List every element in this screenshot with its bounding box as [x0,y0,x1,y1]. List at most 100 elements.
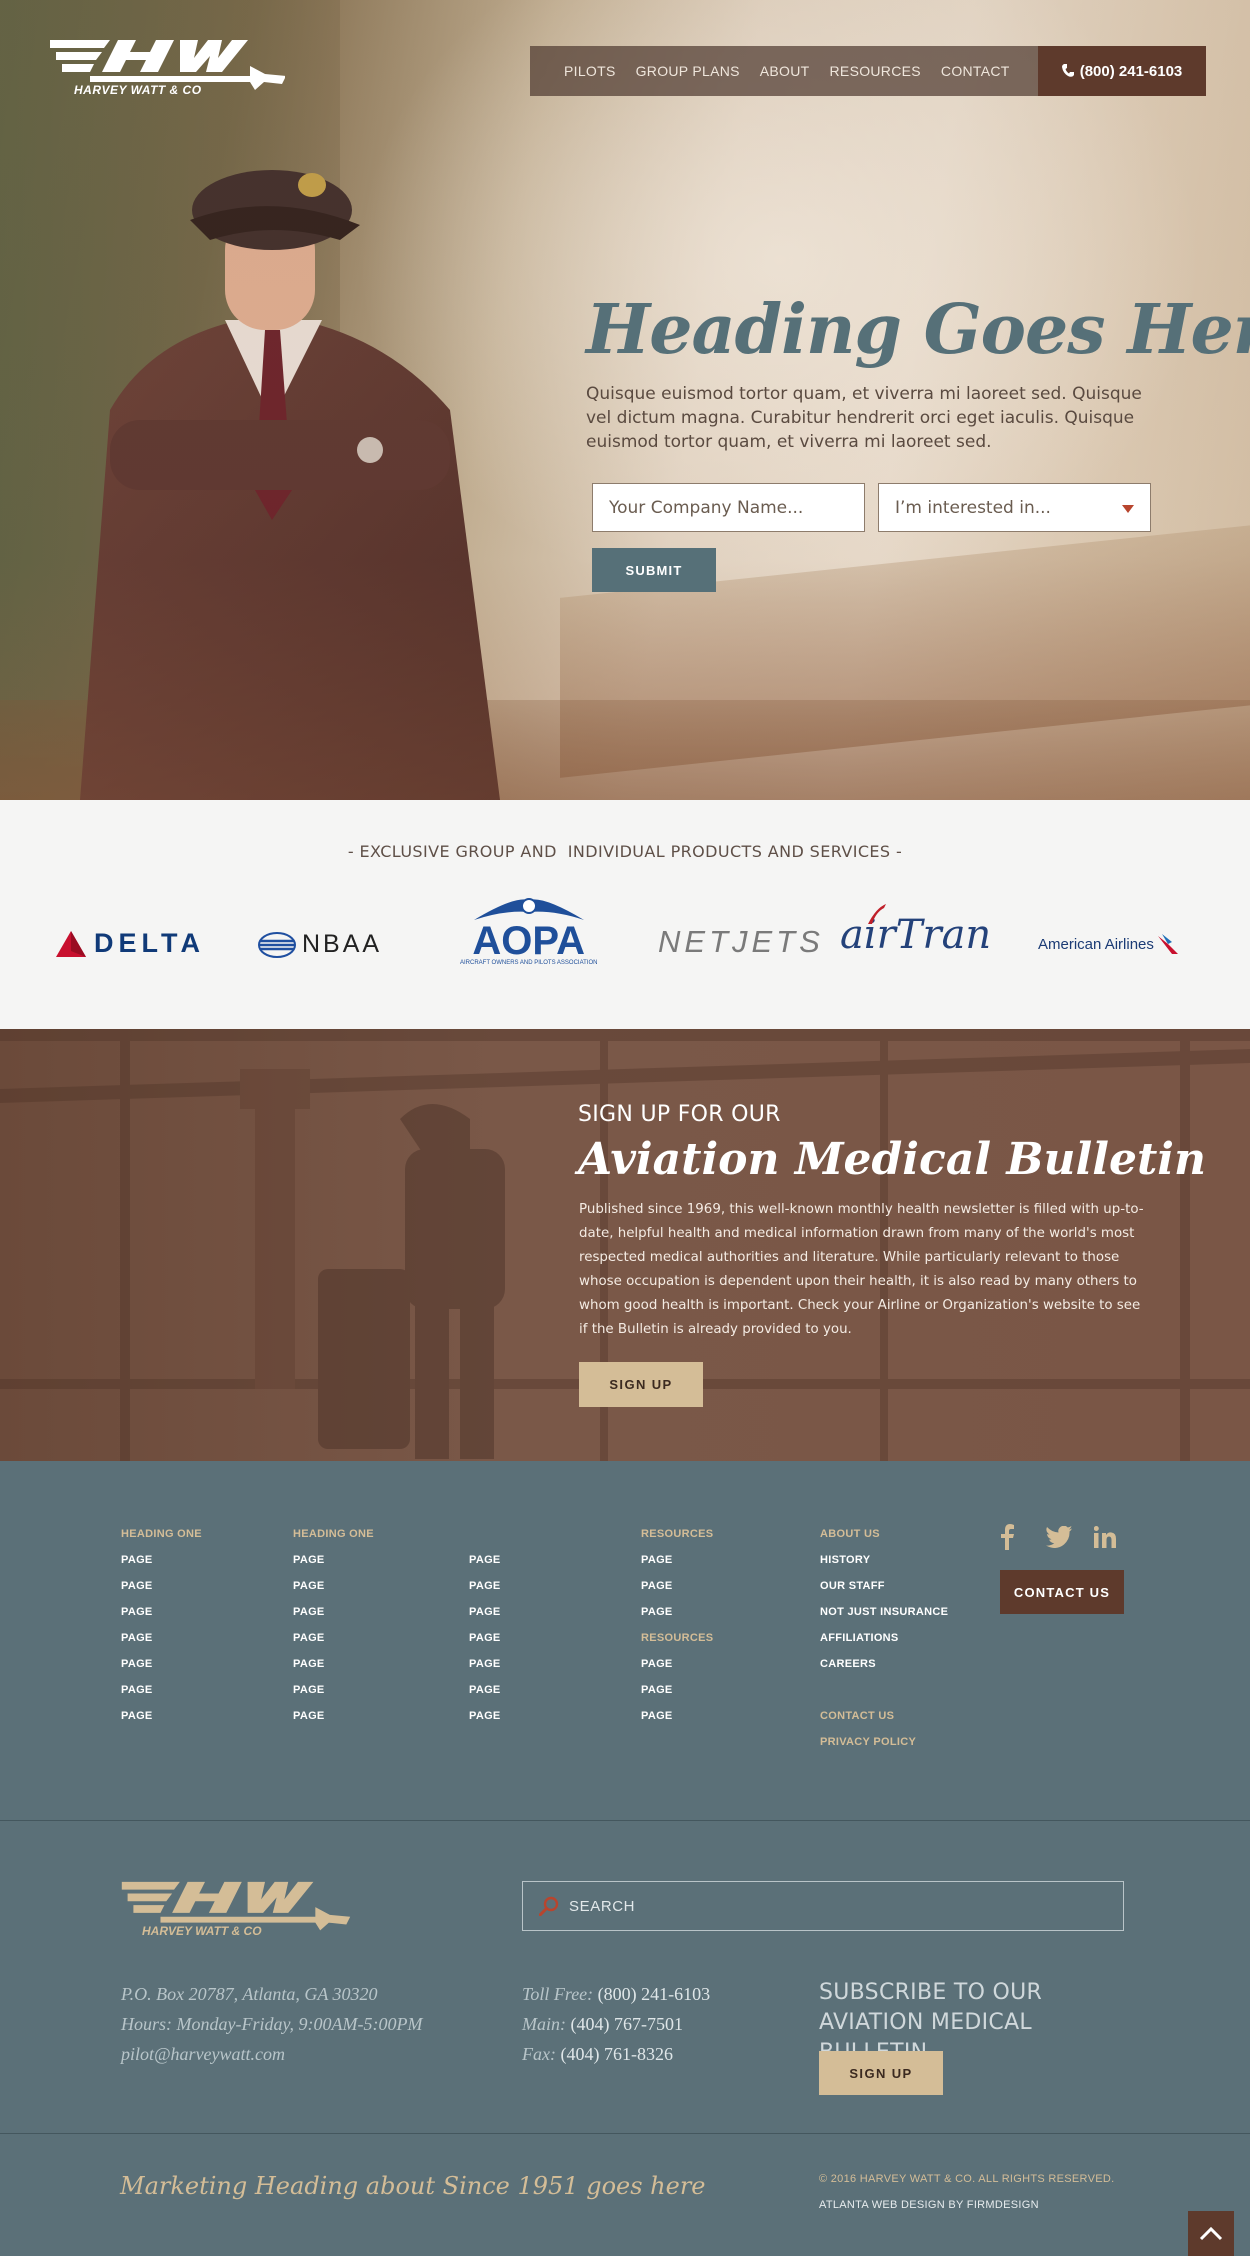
footer-col-5: ABOUT US HISTORY OUR STAFF NOT JUST INSU… [820,1528,948,1762]
main-number[interactable]: (404) 767-7501 [571,2014,683,2034]
footer-link[interactable]: PAGE [121,1658,202,1684]
footer-brand-name: HARVEY WATT & CO [142,1924,262,1938]
hero-section: HARVEY WATT & CO PILOTS GROUP PLANS ABOU… [0,0,1250,800]
footer-heading[interactable]: RESOURCES [641,1528,713,1554]
main-label: Main: [522,2014,566,2034]
footer-link[interactable]: PAGE [293,1580,374,1606]
footer-link-not-just-insurance[interactable]: NOT JUST INSURANCE [820,1606,948,1632]
nav-item-about[interactable]: ABOUT [760,63,810,79]
footer-email[interactable]: pilot@harveywatt.com [121,2039,422,2069]
footer-link[interactable]: PAGE [469,1632,501,1658]
footer-contact-button[interactable]: CONTACT US [1000,1570,1124,1614]
footer-link-affiliations[interactable]: AFFILIATIONS [820,1632,948,1658]
footer-link[interactable]: PAGE [121,1632,202,1658]
copyright: © 2016 HARVEY WATT & CO. ALL RIGHTS RESE… [819,2173,1115,2185]
nbaa-logo[interactable]: NBAA [258,930,382,959]
hero-body: Quisque euismod tortor quam, et viverra … [586,384,1142,452]
footer-link[interactable]: PAGE [641,1658,713,1684]
footer-link[interactable]: PAGE [641,1606,713,1632]
footer-col-2: HEADING ONE PAGE PAGE PAGE PAGE PAGE PAG… [293,1528,374,1736]
aopa-tagline: AIRCRAFT OWNERS AND PILOTS ASSOCIATION [460,960,598,966]
aa-flight-symbol-icon [1157,934,1178,954]
footer-link[interactable]: PAGE [469,1580,501,1606]
footer-col-1: HEADING ONE PAGE PAGE PAGE PAGE PAGE PAG… [121,1528,202,1736]
social-links [998,1524,1116,1550]
footer-link[interactable]: PAGE [293,1710,374,1736]
chevron-up-icon [1199,2226,1223,2240]
footer-link[interactable]: PAGE [121,1710,202,1736]
footer-link[interactable]: PAGE [121,1606,202,1632]
airtran-logo[interactable]: airTran [840,904,992,958]
footer-link[interactable]: PAGE [469,1606,501,1632]
footer-link-our-staff[interactable]: OUR STAFF [820,1580,948,1606]
footer-heading[interactable]: RESOURCES [641,1632,713,1658]
footer-link[interactable]: PAGE [469,1710,501,1736]
subscribe-signup-button[interactable]: SIGN UP [819,2051,943,2095]
footer-hours: Hours: Monday-Friday, 9:00AM-5:00PM [121,2014,423,2034]
airtran-wordmark: airTran [840,912,992,958]
nav-item-pilots[interactable]: PILOTS [564,63,616,79]
footer-link[interactable]: PAGE [641,1554,713,1580]
facebook-icon[interactable] [998,1524,1018,1550]
nbaa-globe-icon [258,931,296,958]
footer-link[interactable]: PAGE [293,1632,374,1658]
nav-item-group-plans[interactable]: GROUP PLANS [636,63,740,79]
footer-link[interactable]: PAGE [293,1554,374,1580]
bulletin-signup-button[interactable]: SIGN UP [579,1362,703,1407]
fax-label: Fax: [522,2044,556,2064]
hero-title: Heading Goes Here [586,290,1250,370]
phone-icon [1061,64,1074,77]
footer-link[interactable]: PAGE [293,1606,374,1632]
interest-select-value: I’m interested in... [895,497,1051,518]
footer-heading: HEADING ONE [293,1528,374,1540]
search-input[interactable]: SEARCH [522,1881,1124,1931]
delta-wordmark: DELTA [94,928,205,958]
submit-button[interactable]: SUBMIT [592,548,716,592]
brand-name: HARVEY WATT & CO [74,83,202,97]
back-to-top-button[interactable] [1188,2211,1234,2256]
nav-item-resources[interactable]: RESOURCES [830,63,921,79]
footer-heading-empty [469,1528,501,1554]
page: HARVEY WATT & CO PILOTS GROUP PLANS ABOU… [0,0,1250,2256]
footer-link[interactable]: PAGE [641,1684,713,1710]
search-icon [539,1896,559,1916]
footer-address-block: P.O. Box 20787, Atlanta, GA 30320 Hours:… [121,1979,422,2069]
footer-link[interactable]: PAGE [293,1684,374,1710]
american-airlines-logo[interactable]: American Airlines [1038,934,1178,954]
footer-link[interactable]: PAGE [121,1580,202,1606]
footer-divider [0,1820,1250,1821]
partners-title: - EXCLUSIVE GROUP AND INDIVIDUAL PRODUCT… [347,842,903,861]
aopa-logo[interactable]: AOPA AIRCRAFT OWNERS AND PILOTS ASSOCIAT… [460,896,597,966]
footer-address: P.O. Box 20787, Atlanta, GA 30320 [121,1984,378,2004]
footer-heading: HEADING ONE [121,1528,202,1540]
search-placeholder: SEARCH [569,1897,636,1915]
footer-spacer [820,1684,948,1710]
footer-link-careers[interactable]: CAREERS [820,1658,948,1684]
netjets-logo[interactable]: NETJETS [658,924,824,960]
footer-link[interactable]: PAGE [121,1554,202,1580]
footer-link[interactable]: PAGE [469,1554,501,1580]
footer-link[interactable]: PAGE [121,1684,202,1710]
footer-link[interactable]: PAGE [469,1658,501,1684]
interest-select[interactable]: I’m interested in... [878,483,1151,532]
caret-down-icon [1122,505,1134,513]
tollfree-number[interactable]: (800) 241-6103 [598,1984,710,2004]
nav-item-contact[interactable]: CONTACT [941,63,1010,79]
footer-col-4: RESOURCES PAGE PAGE PAGE RESOURCES PAGE … [641,1528,713,1736]
delta-logo[interactable]: DELTA [56,928,205,959]
footer-link-history[interactable]: HISTORY [820,1554,948,1580]
footer-link[interactable]: PAGE [293,1658,374,1684]
footer-link-contact-us[interactable]: CONTACT US [820,1710,948,1736]
footer-link[interactable]: PAGE [641,1710,713,1736]
design-credit[interactable]: ATLANTA WEB DESIGN BY FIRMDESIGN [819,2199,1039,2211]
footer-heading-about[interactable]: ABOUT US [820,1528,948,1554]
footer-link[interactable]: PAGE [469,1684,501,1710]
company-name-input[interactable]: Your Company Name... [592,483,865,532]
american-airlines-wordmark: American Airlines [1038,935,1154,953]
tollfree-label: Toll Free: [522,1984,594,2004]
phone-button[interactable]: (800) 241-6103 [1038,46,1206,96]
twitter-icon[interactable] [1046,1526,1072,1548]
footer-link-privacy-policy[interactable]: PRIVACY POLICY [820,1736,948,1762]
linkedin-icon[interactable] [1094,1526,1116,1548]
footer-link[interactable]: PAGE [641,1580,713,1606]
